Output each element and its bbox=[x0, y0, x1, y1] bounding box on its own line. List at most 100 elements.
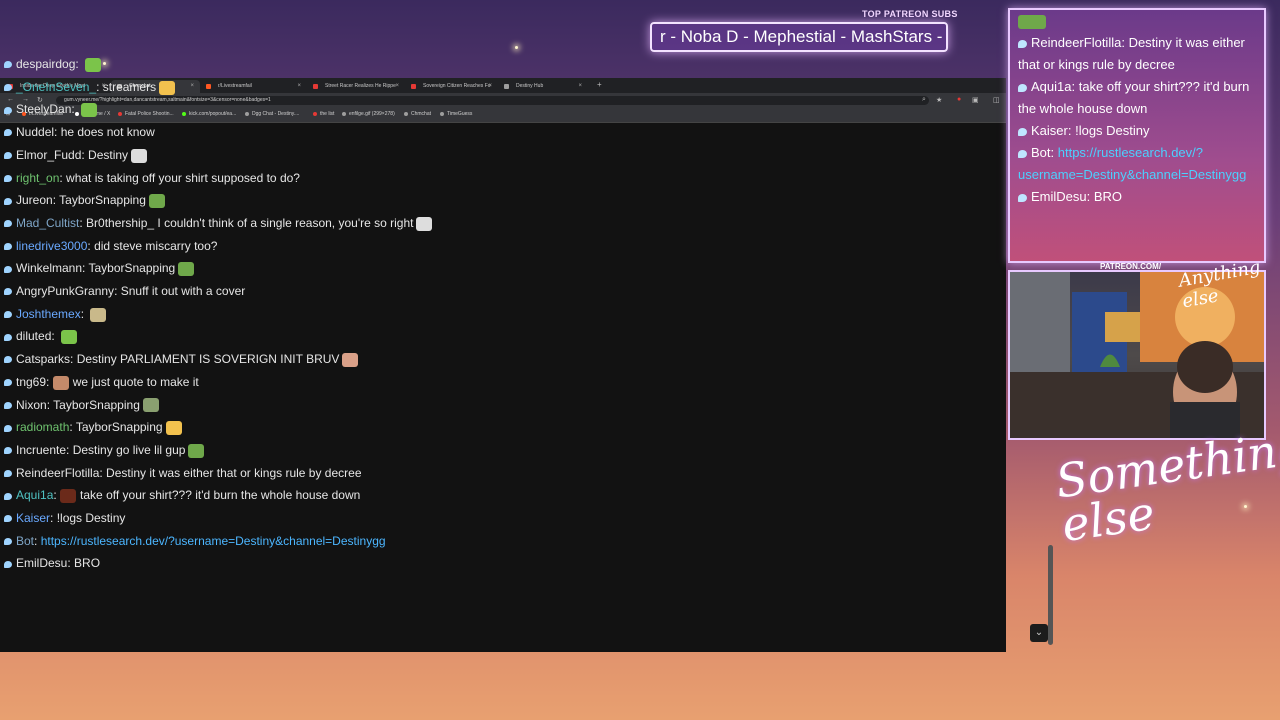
chat-bubble-icon bbox=[4, 265, 12, 273]
chat-bubble-icon bbox=[4, 538, 12, 546]
overlay-chat-message bbox=[1010, 10, 1264, 32]
overlay-text: BRO bbox=[1093, 189, 1123, 204]
chat-username[interactable]: SteelyDan bbox=[16, 102, 71, 116]
chat-username[interactable]: Aqui1a bbox=[16, 488, 53, 502]
chat-username[interactable]: ReindeerFlotilla bbox=[16, 466, 99, 480]
chat-text: TayborSnapping bbox=[88, 261, 176, 276]
emote-icon bbox=[1018, 14, 1046, 29]
chat-bubble-icon bbox=[1018, 149, 1027, 158]
emote-icon bbox=[131, 148, 148, 163]
chat-text: we just quote to make it bbox=[72, 374, 199, 389]
chat-bubble-icon bbox=[4, 492, 12, 500]
chat-separator: : bbox=[1086, 189, 1094, 204]
chat-text: TayborSnapping bbox=[59, 193, 146, 208]
chat-bubble-icon bbox=[4, 129, 12, 137]
chat-log: despairdog: _OneInSeven_: streamers Steel… bbox=[0, 52, 1050, 574]
overlay-chat-message: Aqui1a: take off your shirt??? it'd burn… bbox=[1010, 76, 1264, 120]
emote-icon bbox=[61, 330, 78, 345]
chat-username[interactable]: despairdog bbox=[16, 57, 75, 71]
chat-separator: : bbox=[1050, 145, 1058, 160]
chevron-down-icon[interactable]: ⌄ bbox=[1030, 624, 1048, 642]
chat-text: Destiny go live lil gup bbox=[72, 442, 186, 457]
chat-separator: : bbox=[75, 57, 83, 71]
chat-username[interactable]: Mad_Cultist bbox=[16, 216, 79, 230]
chat-bubble-icon bbox=[4, 197, 12, 205]
chat-bubble-icon bbox=[4, 311, 12, 319]
brand-logo: Something else bbox=[1052, 419, 1280, 553]
emote-icon bbox=[416, 216, 433, 231]
chat-username[interactable]: diluted bbox=[16, 329, 51, 343]
chat-username[interactable]: radiomath bbox=[16, 420, 69, 434]
chat-message: Aqui1a: take off your shirt??? it'd burn… bbox=[4, 485, 360, 505]
chat-separator: : bbox=[96, 79, 103, 94]
chat-username[interactable]: Winkelmann bbox=[16, 261, 82, 275]
chat-username[interactable]: right_on bbox=[16, 171, 59, 185]
chat-bubble-icon bbox=[4, 242, 12, 250]
chat-bubble-icon bbox=[4, 356, 12, 364]
emote-icon bbox=[342, 352, 359, 367]
overlay-chat-message: Kaiser: !logs Destiny bbox=[1010, 120, 1264, 142]
chat-username[interactable]: Nixon bbox=[16, 398, 47, 412]
chat-username[interactable]: linedrive3000 bbox=[16, 239, 87, 253]
emote-icon bbox=[142, 398, 159, 413]
emote-icon bbox=[60, 489, 77, 504]
chat-username[interactable]: tng69 bbox=[16, 375, 46, 389]
emote-icon bbox=[188, 443, 205, 458]
chat-message: linedrive3000: did steve miscarry too? bbox=[4, 236, 217, 256]
chat-text: Br0thership_ I couldn't think of a singl… bbox=[86, 215, 414, 230]
emote-icon bbox=[85, 57, 102, 72]
overlay-username: EmilDesu bbox=[1031, 189, 1087, 204]
emote-icon bbox=[90, 307, 107, 322]
chat-separator: : bbox=[70, 352, 77, 367]
chat-message: Nixon: TayborSnapping bbox=[4, 395, 159, 415]
chat-message: tng69: we just quote to make it bbox=[4, 372, 199, 392]
chat-username[interactable]: Catsparks bbox=[16, 352, 70, 366]
chat-username[interactable]: Elmor_Fudd bbox=[16, 148, 81, 162]
chat-message: radiomath: TayborSnapping bbox=[4, 417, 182, 437]
chat-username[interactable]: Nuddel bbox=[16, 125, 54, 139]
chat-separator: : bbox=[53, 488, 61, 503]
chat-username[interactable]: Joshthemex bbox=[16, 307, 81, 321]
chat-username[interactable]: Jureon bbox=[16, 193, 53, 207]
chat-separator: : bbox=[50, 511, 57, 525]
chat-link[interactable]: https://rustlesearch.dev/?username=Desti… bbox=[41, 534, 386, 548]
chat-message: _OneInSeven_: streamers bbox=[4, 77, 176, 97]
patreon-label: TOP PATREON SUBS bbox=[862, 9, 958, 19]
chat-bubble-icon bbox=[4, 424, 12, 432]
chat-message: ReindeerFlotilla: Destiny it was either … bbox=[4, 463, 362, 483]
chat-message: diluted: bbox=[4, 326, 78, 346]
overlay-username: Bot bbox=[1031, 145, 1051, 160]
overlay-username: Kaiser bbox=[1031, 123, 1068, 138]
chat-separator: : bbox=[66, 442, 73, 457]
chat-text: Destiny it was either that or kings rule… bbox=[106, 465, 362, 480]
overlay-username: Aqui1a bbox=[1031, 79, 1072, 94]
chat-separator: : bbox=[114, 284, 121, 298]
emote-icon bbox=[148, 194, 165, 209]
chat-bubble-icon bbox=[1018, 127, 1027, 136]
chat-bubble-icon bbox=[4, 401, 12, 409]
chat-username[interactable]: _OneInSeven_ bbox=[16, 80, 96, 94]
chat-bubble-icon bbox=[1018, 83, 1027, 92]
chat-username[interactable]: Bot bbox=[16, 534, 34, 548]
chat-separator: : bbox=[1067, 123, 1076, 138]
chat-separator: : bbox=[34, 533, 41, 548]
chat-text: TayborSnapping bbox=[53, 397, 140, 412]
chat-username[interactable]: AngryPunkGranny bbox=[16, 284, 114, 298]
chat-message: Elmor_Fudd: Destiny bbox=[4, 145, 148, 165]
chat-message: EmilDesu: BRO bbox=[4, 553, 100, 573]
emote-icon bbox=[81, 103, 98, 118]
chat-bubble-icon bbox=[4, 106, 12, 114]
chat-username[interactable]: Kaiser bbox=[16, 511, 50, 525]
chat-message: AngryPunkGranny: Snuff it out with a cov… bbox=[4, 281, 245, 301]
chat-message: Jureon: TayborSnapping bbox=[4, 190, 165, 210]
emote-icon bbox=[52, 375, 69, 390]
chat-message: despairdog: bbox=[4, 54, 102, 74]
chat-message: Bot: https://rustlesearch.dev/?username=… bbox=[4, 531, 386, 551]
chat-bubble-icon bbox=[1018, 39, 1027, 48]
chat-username[interactable]: EmilDesu bbox=[16, 556, 67, 570]
chat-message: Catsparks: Destiny PARLIAMENT IS SOVERIG… bbox=[4, 349, 359, 369]
chat-bubble-icon bbox=[4, 469, 12, 477]
chat-username[interactable]: Incruente bbox=[16, 443, 66, 457]
scrollbar-thumb[interactable] bbox=[1048, 545, 1053, 645]
chat-message: right_on: what is taking off your shirt … bbox=[4, 168, 300, 188]
